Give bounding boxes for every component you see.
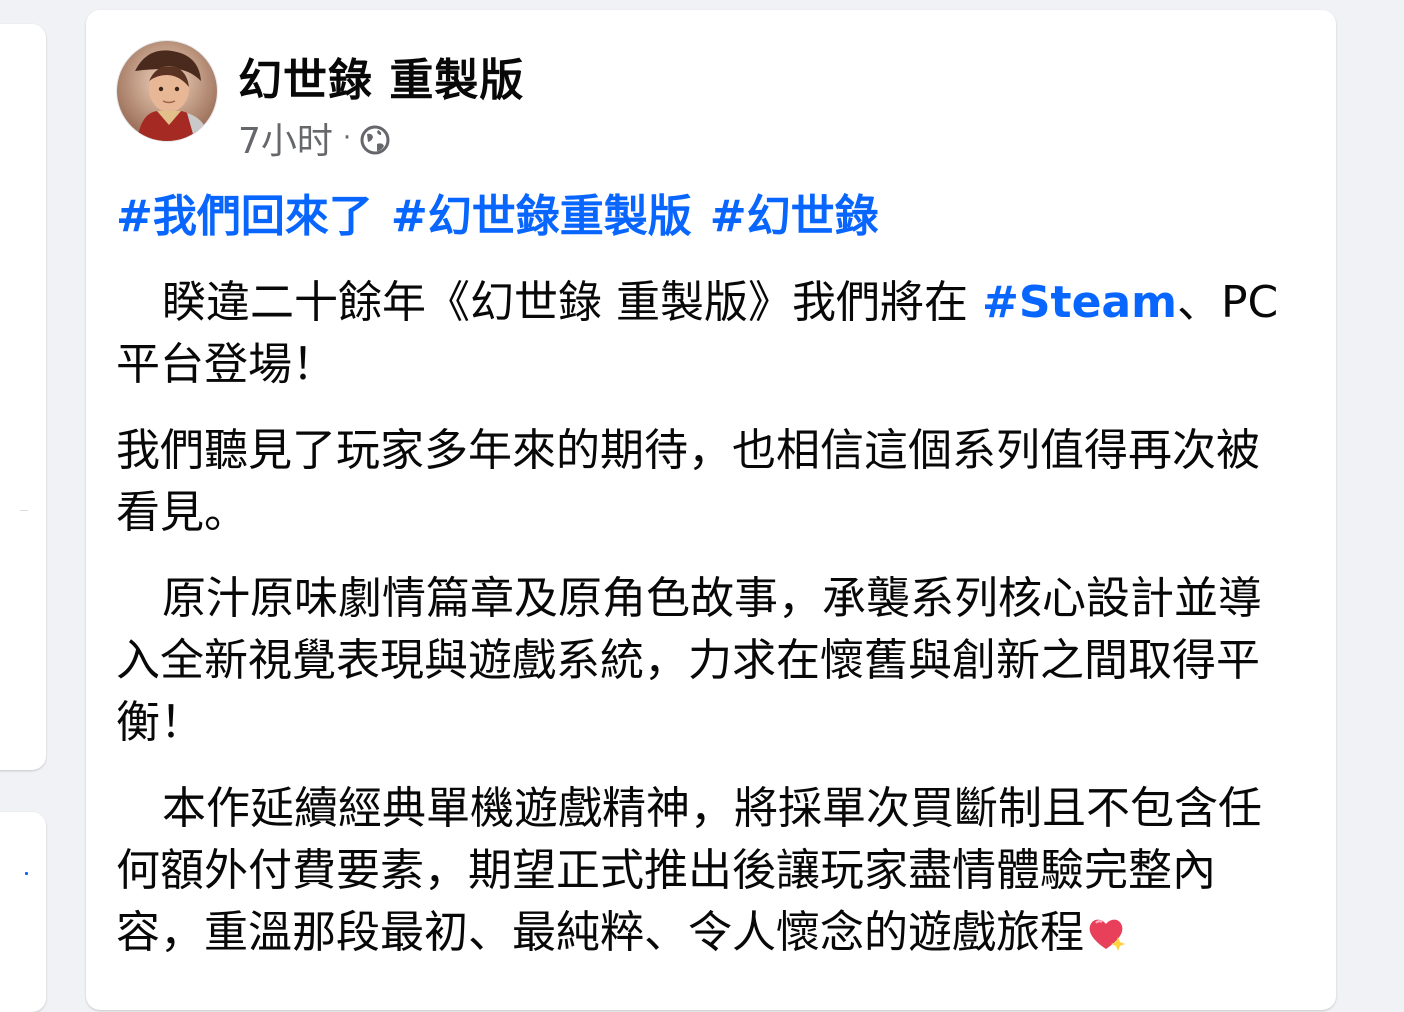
- author-name[interactable]: 幻世錄 重製版: [238, 44, 524, 108]
- paragraph-text: 睽違二十餘年《幻世錄 重製版》我們將在: [162, 277, 982, 328]
- paragraph: 我們聽見了玩家多年來的期待，也相信這個系列值得再次被看見。: [116, 420, 1296, 544]
- left-sidebar-card: [0, 24, 46, 770]
- steam-hashtag-link[interactable]: #Steam: [982, 277, 1177, 328]
- sparkling-heart-icon: [1084, 910, 1128, 954]
- hashtag-link[interactable]: #幻世錄重製版: [391, 191, 692, 242]
- post-time[interactable]: 7小时: [238, 112, 333, 164]
- hashtag-line: #我們回來了 #幻世錄重製版 #幻世錄: [116, 180, 897, 244]
- post-meta: 7小时 ·: [238, 112, 391, 164]
- paragraph: 原汁原味劇情篇章及原角色故事，承襲系列核心設計並導入全新視覺表現與遊戲系統，力求…: [116, 568, 1296, 754]
- post-body: 睽違二十餘年《幻世錄 重製版》我們將在 #Steam、PC平台登場！ 我們聽見了…: [116, 272, 1296, 988]
- left-sidebar-card-lower: [0, 812, 46, 1012]
- hashtag-link[interactable]: #幻世錄: [710, 191, 879, 242]
- divider: [20, 510, 28, 511]
- globe-icon[interactable]: [359, 124, 391, 156]
- paragraph: 睽違二十餘年《幻世錄 重製版》我們將在 #Steam、PC平台登場！: [116, 272, 1296, 396]
- avatar[interactable]: [116, 40, 218, 142]
- paragraph-text: 我們聽見了玩家多年來的期待，也相信這個系列值得再次被看見。: [116, 425, 1260, 538]
- link-fragment[interactable]: [25, 872, 28, 875]
- paragraph: 本作延續經典單機遊戲精神，將採單次買斷制且不包含任何額外付費要素，期望正式推出後…: [116, 778, 1296, 964]
- paragraph-text: 原汁原味劇情篇章及原角色故事，承襲系列核心設計並導入全新視覺表現與遊戲系統，力求…: [116, 573, 1262, 748]
- meta-separator: ·: [342, 123, 352, 153]
- hashtag-link[interactable]: #我們回來了: [116, 191, 373, 242]
- post-card: 幻世錄 重製版 7小时 · #我們回來了 #幻世錄重製版 #幻世錄 睽違二十餘年《幻…: [86, 10, 1336, 1010]
